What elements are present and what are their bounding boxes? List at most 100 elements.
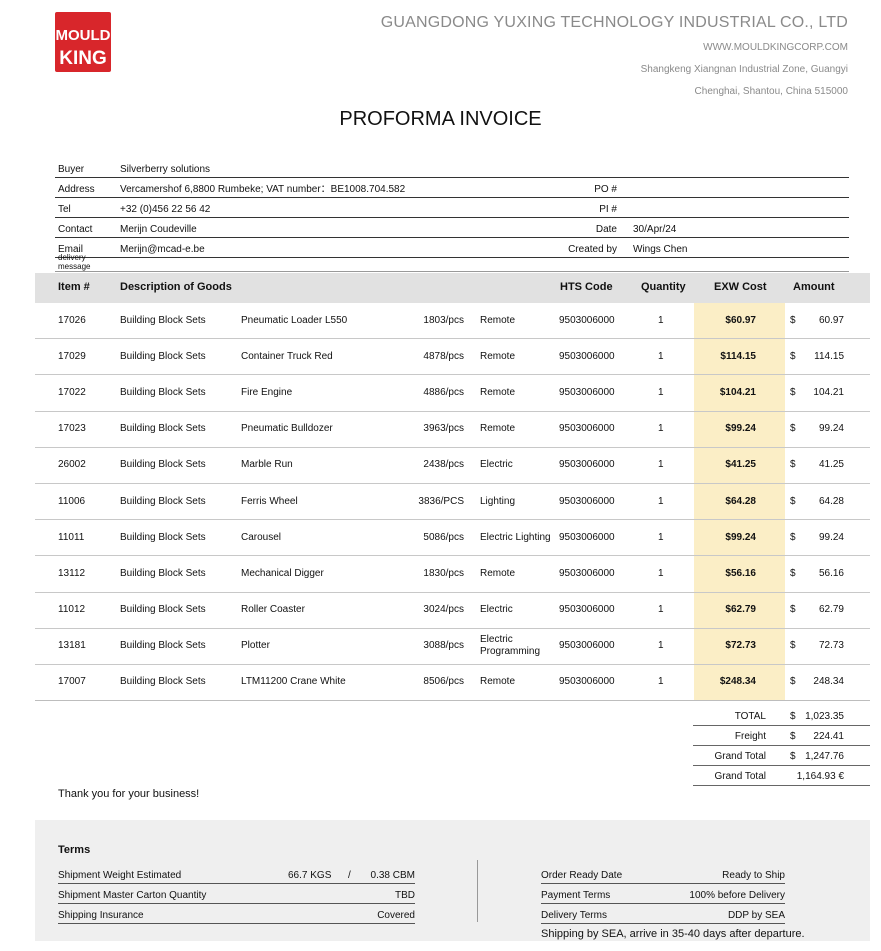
shipment-weight-row: Shipment Weight Estimated 66.7 KGS / 0.3… (58, 864, 415, 884)
date-label: Date (595, 224, 617, 235)
cell-currency: $ (790, 350, 796, 362)
shipping-note: Shipping by SEA, arrive in 35-40 days af… (541, 928, 805, 940)
cell-product-name: Marble Run (241, 459, 293, 471)
cell-hts-code: 9503006000 (559, 567, 615, 579)
col-quantity: Quantity (641, 281, 686, 293)
cell-product-name: Pneumatic Loader L550 (241, 314, 348, 326)
cell-quantity: 1 (658, 423, 664, 435)
cell-piece-count: 5086/pcs (423, 531, 464, 543)
cell-hts-code: 9503006000 (559, 314, 615, 326)
cell-currency: $ (790, 459, 796, 471)
contact-value: Merijn Coudeville (120, 224, 197, 235)
cell-exw-cost: $60.97 (725, 314, 756, 326)
col-hts-code: HTS Code (560, 281, 613, 293)
tel-label: Tel (58, 204, 71, 215)
cell-category: Building Block Sets (120, 676, 206, 688)
document-title: PROFORMA INVOICE (339, 108, 542, 130)
shipment-cbm-value: 0.38 CBM (370, 870, 415, 881)
payment-terms-label: Payment Terms (541, 890, 611, 901)
cell-function-type: Electric Programming (480, 634, 541, 658)
cell-hts-code: 9503006000 (559, 459, 615, 471)
company-address-line-2: Chenghai, Shantou, China 515000 (694, 86, 848, 97)
order-ready-value: Ready to Ship (722, 870, 785, 881)
cell-hts-code: 9503006000 (559, 350, 615, 362)
company-logo: MOULD KING (55, 12, 111, 72)
cell-product-name: Mechanical Digger (241, 567, 324, 579)
cell-exw-cost: $64.28 (725, 495, 756, 507)
tel-row: Tel +32 (0)456 22 56 42 PI # (55, 198, 849, 218)
address-label: Address (58, 184, 95, 195)
cell-piece-count: 3024/pcs (423, 604, 464, 616)
col-item: Item # (58, 281, 90, 293)
total-value: 1,023.35 (805, 711, 844, 722)
cell-piece-count: 1803/pcs (423, 314, 464, 326)
cell-function-type: Lighting (480, 495, 516, 507)
cell-product-name: Carousel (241, 531, 282, 543)
cell-item-number: 17023 (58, 423, 86, 435)
buyer-info: Buyer Silverberry solutions Address Verc… (55, 158, 849, 272)
cell-currency: $ (790, 495, 796, 507)
cell-function-type: Remote (480, 567, 516, 579)
cell-amount: 62.79 (818, 604, 844, 616)
address-value: Vercamershof 6,8800 Rumbeke; VAT number：… (120, 184, 406, 195)
terms-divider (477, 860, 478, 922)
table-row: 11011 Building Block Sets Carousel 5086/pcs… (35, 520, 870, 557)
cell-currency: $ (790, 386, 796, 398)
cell-exw-cost: $99.24 (725, 423, 756, 435)
cell-quantity: 1 (658, 604, 664, 616)
grand-total-eur-row: Grand Total 1,164.93 € (693, 766, 870, 786)
table-row: 11012 Building Block Sets Roller Coaster 30… (35, 593, 870, 629)
cell-quantity: 1 (658, 386, 664, 398)
created-by-value: Wings Chen (633, 244, 688, 255)
cell-category: Building Block Sets (120, 567, 206, 579)
cell-quantity: 1 (658, 350, 664, 362)
cell-item-number: 17026 (58, 314, 86, 326)
cell-function-type: Remote (480, 350, 516, 362)
buyer-label: Buyer (58, 164, 85, 175)
payment-terms-value: 100% before Delivery (689, 890, 785, 901)
cell-hts-code: 9503006000 (559, 640, 615, 652)
cell-piece-count: 3088/pcs (423, 640, 464, 652)
cell-hts-code: 9503006000 (559, 676, 615, 688)
cell-currency: $ (790, 676, 796, 688)
delivery-message-label: delivery message (58, 253, 91, 271)
cell-function-type: Remote (480, 386, 516, 398)
carton-quantity-label: Shipment Master Carton Quantity (58, 890, 207, 901)
grand-total-eur-label: Grand Total (714, 771, 766, 782)
date-value: 30/Apr/24 (633, 224, 677, 235)
thank-you-note: Thank you for your business! (58, 788, 200, 800)
terms-section: Terms Shipment Weight Estimated 66.7 KGS… (35, 820, 870, 941)
cell-function-type: Electric (480, 604, 513, 616)
table-row: 17023 Building Block Sets Pneumatic Bulldo… (35, 412, 870, 448)
total-label: TOTAL (734, 711, 766, 722)
table-row: 11006 Building Block Sets Ferris Wheel 3836… (35, 484, 870, 521)
cell-item-number: 13181 (58, 640, 86, 652)
cell-amount: 72.73 (818, 640, 844, 652)
freight-value: 224.41 (813, 731, 844, 742)
grand-total-row: Grand Total $ 1,247.76 (693, 746, 870, 766)
email-row: Email Merijn@mcad-e.be Created by Wings … (55, 238, 849, 258)
cell-category: Building Block Sets (120, 314, 206, 326)
goods-table-body: 17026 Building Block Sets Pneumatic Loader… (35, 303, 870, 702)
cell-category: Building Block Sets (120, 531, 206, 543)
grand-total-value: 1,247.76 (805, 751, 844, 762)
shipping-insurance-row: Shipping Insurance Covered (58, 904, 415, 924)
grand-total-eur-value: 1,164.93 € (796, 771, 844, 782)
cell-category: Building Block Sets (120, 459, 206, 471)
cell-item-number: 13112 (58, 567, 86, 579)
table-row: 13181 Building Block Sets Plotter 3088/pcs E… (35, 629, 870, 665)
cell-amount: 99.24 (818, 531, 844, 543)
col-amount: Amount (793, 281, 835, 293)
delivery-terms-row: Delivery Terms DDP by SEA (541, 904, 785, 924)
col-description: Description of Goods (120, 281, 232, 293)
carton-quantity-row: Shipment Master Carton Quantity TBD (58, 884, 415, 904)
cell-piece-count: 4878/pcs (423, 350, 464, 362)
cell-piece-count: 8506/pcs (423, 676, 464, 688)
cell-exw-cost: $72.73 (725, 640, 756, 652)
cell-amount: 64.28 (818, 495, 844, 507)
cell-category: Building Block Sets (120, 386, 206, 398)
cell-quantity: 1 (658, 314, 664, 326)
cell-item-number: 11012 (58, 604, 86, 616)
cell-quantity: 1 (658, 567, 664, 579)
cell-exw-cost: $248.34 (719, 676, 756, 688)
